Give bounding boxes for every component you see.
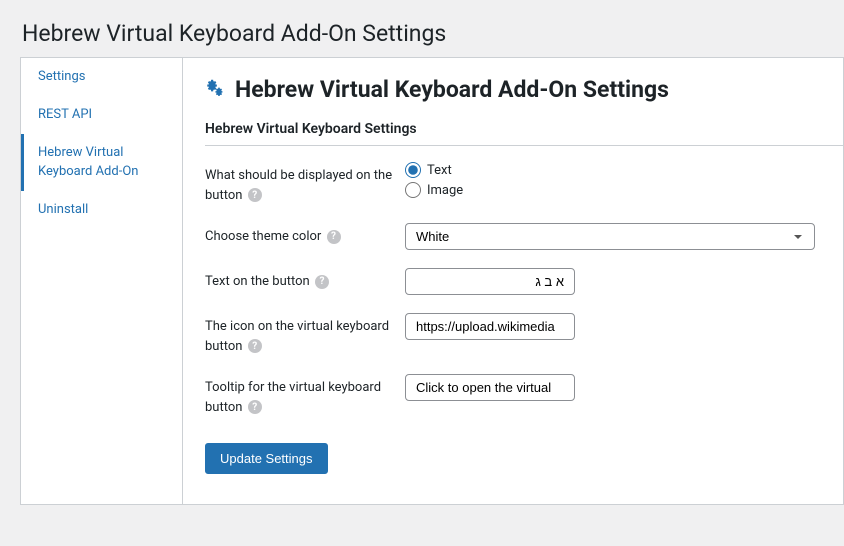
update-settings-button[interactable]: Update Settings xyxy=(205,443,328,474)
label-button-icon: The icon on the virtual keyboard button … xyxy=(205,313,405,356)
field-row-tooltip: Tooltip for the virtual keyboard button … xyxy=(205,374,843,417)
panel-title-text: Hebrew Virtual Keyboard Add-On Settings xyxy=(235,76,669,103)
sidebar-item-rest-api[interactable]: REST API xyxy=(21,96,182,134)
radio-option-image[interactable]: Image xyxy=(405,182,843,198)
sidebar-item-settings[interactable]: Settings xyxy=(21,58,182,96)
panel-title: Hebrew Virtual Keyboard Add-On Settings xyxy=(205,76,843,103)
button-text-control xyxy=(405,268,843,295)
label-theme-color: Choose theme color ? xyxy=(205,223,405,247)
radio-label-text: Text xyxy=(427,163,452,178)
label-text: What should be displayed on the button xyxy=(205,168,392,203)
field-row-button-icon: The icon on the virtual keyboard button … xyxy=(205,313,843,356)
main-layout: Settings REST API Hebrew Virtual Keyboar… xyxy=(20,57,844,505)
label-text: The icon on the virtual keyboard button xyxy=(205,319,389,354)
settings-panel: Hebrew Virtual Keyboard Add-On Settings … xyxy=(182,57,844,505)
label-tooltip: Tooltip for the virtual keyboard button … xyxy=(205,374,405,417)
label-text: Choose theme color xyxy=(205,229,321,244)
help-icon[interactable]: ? xyxy=(315,275,329,289)
label-text: Tooltip for the virtual keyboard button xyxy=(205,380,381,415)
page-title: Hebrew Virtual Keyboard Add-On Settings xyxy=(0,0,844,57)
tooltip-input[interactable] xyxy=(405,374,575,401)
field-row-display-mode: What should be displayed on the button ?… xyxy=(205,162,843,205)
help-icon[interactable]: ? xyxy=(248,339,262,353)
label-button-text: Text on the button ? xyxy=(205,268,405,292)
display-mode-radio-group: Text Image xyxy=(405,162,843,202)
help-icon[interactable]: ? xyxy=(327,230,341,244)
label-text: Text on the button xyxy=(205,274,310,289)
button-text-input[interactable] xyxy=(405,268,575,295)
theme-color-select[interactable]: White xyxy=(405,223,815,250)
sidebar-item-hebrew-keyboard[interactable]: Hebrew Virtual Keyboard Add-On xyxy=(21,134,182,190)
settings-form: What should be displayed on the button ?… xyxy=(205,162,843,474)
label-display-mode: What should be displayed on the button ? xyxy=(205,162,405,205)
radio-text[interactable] xyxy=(405,162,421,178)
gears-icon xyxy=(205,79,227,101)
field-row-theme-color: Choose theme color ? White xyxy=(205,223,843,250)
radio-image[interactable] xyxy=(405,182,421,198)
help-icon[interactable]: ? xyxy=(248,188,262,202)
settings-sidebar: Settings REST API Hebrew Virtual Keyboar… xyxy=(20,57,182,505)
button-icon-input[interactable] xyxy=(405,313,575,340)
help-icon[interactable]: ? xyxy=(248,400,262,414)
radio-option-text[interactable]: Text xyxy=(405,162,843,178)
field-row-button-text: Text on the button ? xyxy=(205,268,843,295)
section-heading: Hebrew Virtual Keyboard Settings xyxy=(205,121,843,146)
sidebar-item-uninstall[interactable]: Uninstall xyxy=(21,191,182,229)
theme-color-control: White xyxy=(405,223,843,250)
button-icon-control xyxy=(405,313,843,340)
radio-label-image: Image xyxy=(427,183,463,198)
tooltip-control xyxy=(405,374,843,401)
